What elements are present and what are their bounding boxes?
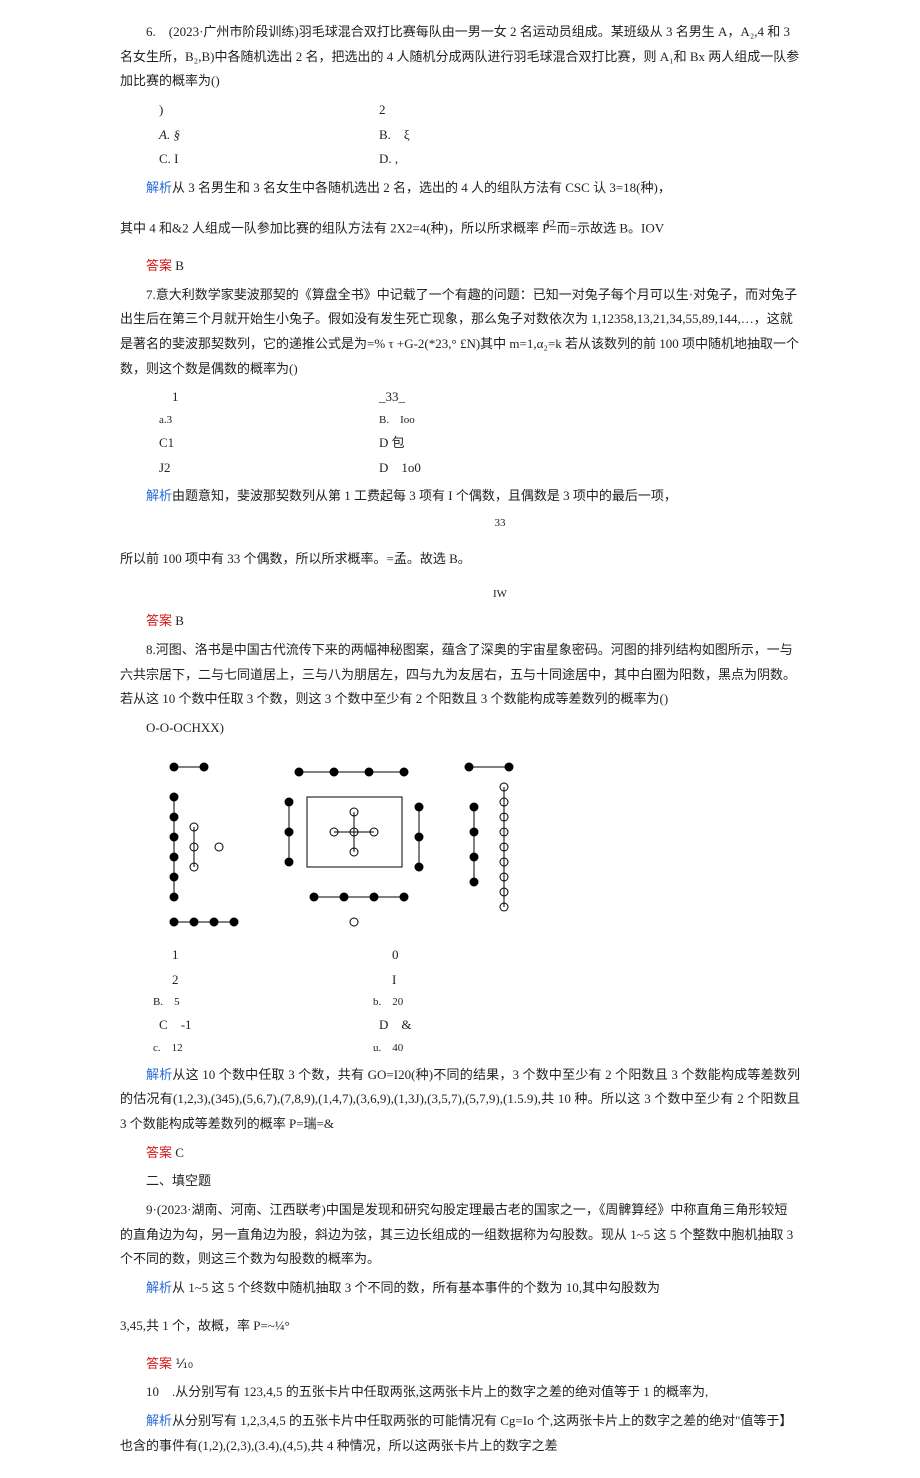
q6-opt-d: D. , [379,147,398,172]
q8-options-row4: C -1 D & [159,1013,800,1038]
q8-options-row3: B. 5 b. 20 [153,992,800,1013]
q9-answer: 答案 ⅒ [120,1352,800,1377]
q10-jiexi: 解析从分别写有 1,2,3,4,5 的五张卡片中任取两张的可能情况有 Cg=Io… [120,1409,800,1458]
q8-c-u: C -1 [159,1013,379,1038]
q9-text: 9·(2023·湖南、河南、江西联考)中国是发现和研究勾股定理最古老的国家之一，… [120,1198,800,1272]
q6-answer: 答案 B [120,254,800,279]
q8-options-row2: 2 I [159,968,800,993]
q7-opt-a-l: a.3 [159,410,379,431]
jiexi-label: 解析 [146,488,172,503]
q8-b-u: 0 [379,943,399,968]
q7-options-row3: C1 D 包 [159,431,800,456]
q6-opt-b: B. ξ [379,123,410,148]
q8-answer: 答案 C [120,1141,800,1166]
jiexi-label: 解析 [146,1280,172,1295]
q7-options-row2: a.3 B. Ioo [159,410,800,431]
q6-sup: 42 [544,218,555,230]
q8-a-ll: B. 5 [153,992,373,1013]
q6-options-row3: C. I D. , [159,147,800,172]
q8-figure [159,747,800,937]
q6-opt-a-top: ) [159,98,379,123]
q8-options-row1: 1 0 [159,943,800,968]
q6-text: 6. (2023·广州市阶段训练)羽毛球混合双打比赛每队由一男一女 2 名运动员… [120,20,800,94]
q6-opt-c: C. I [159,147,379,172]
q8-c-l: c. 12 [153,1038,373,1059]
q7-options-row1: 1 _33_ [159,385,800,410]
q7-jiexi2: 所以前 100 项中有 33 个偶数，所以所求概率。=孟。故选 B。 [120,547,800,572]
q8-a-u: 1 [159,943,379,968]
q8-b-l: I [379,968,396,993]
q7-options-row4: J2 D 1o0 [159,456,800,481]
q9-jiexi: 解析从 1~5 这 5 个终数中随机抽取 3 个不同的数，所有基本事件的个数为 … [120,1276,800,1301]
q7-opt-c: C1 [159,431,379,456]
q8-d-l: u. 40 [373,1038,403,1059]
q7-answer: 答案 B [120,609,800,634]
q6-options-row1: ) 2 [159,98,800,123]
q7-text: 7.意大利数学家斐波那契的《算盘全书》中记载了一个有趣的问题：已知一对兔子每个月… [120,283,800,382]
q7-opt-c2: J2 [159,456,379,481]
q8-a-l: 2 [159,968,379,993]
q8-fig-label: O-O-OCHXX) [120,716,800,741]
q6-opt-a: A. § [159,123,379,148]
q8-text: 8.河图、洛书是中国古代流传下来的两幅神秘图案，蕴含了深奥的宇宙星象密码。河图的… [120,638,800,712]
hetu-luoshu-diagram [159,747,529,937]
q10-text: 10 .从分别写有 123,4,5 的五张卡片中任取两张,这两张卡片上的数字之差… [120,1380,800,1405]
daan-label: 答案 [146,613,172,628]
q8-d-u: D & [379,1013,412,1038]
q7-opt-d-l: D 1o0 [379,456,421,481]
q7-frac-top: 33 [200,513,800,534]
q8-jiexi: 解析从这 10 个数中任取 3 个数，共有 GO=I20(种)不同的结果，3 个… [120,1063,800,1137]
q7-opt-a-u: 1 [159,385,379,410]
q7-opt-d-u: D 包 [379,431,405,456]
q6-opt-b-top: 2 [379,98,386,123]
daan-label: 答案 [146,1145,172,1160]
daan-label: 答案 [146,258,172,273]
q9-jiexi2: 3,45,共 1 个，故概，率 P=~¼° [120,1314,800,1339]
jiexi-label: 解析 [146,180,172,195]
jiexi-label: 解析 [146,1067,172,1082]
q7-opt-b-l: B. Ioo [379,410,415,431]
q6-options-row2: A. § B. ξ [159,123,800,148]
q7-opt-b-u: _33_ [379,385,405,410]
q7-frac-bot: IW [200,584,800,605]
q6-jiexi: 解析从 3 名男生和 3 名女生中各随机选出 2 名，选出的 4 人的组队方法有… [120,176,800,201]
q8-options-row5: c. 12 u. 40 [153,1038,800,1059]
q7-jiexi: 解析由题意知，斐波那契数列从第 1 工费起每 3 项有 I 个偶数，且偶数是 3… [120,484,800,509]
section-2-title: 二、填空题 [120,1169,800,1194]
jiexi-label: 解析 [146,1413,172,1428]
q8-b-ll: b. 20 [373,992,403,1013]
daan-label: 答案 [146,1356,172,1371]
q6-jiexi2: 其中 4 和&2 人组成一队参加比赛的组队方法有 2X2=4(种)，所以所求概率… [120,214,800,241]
